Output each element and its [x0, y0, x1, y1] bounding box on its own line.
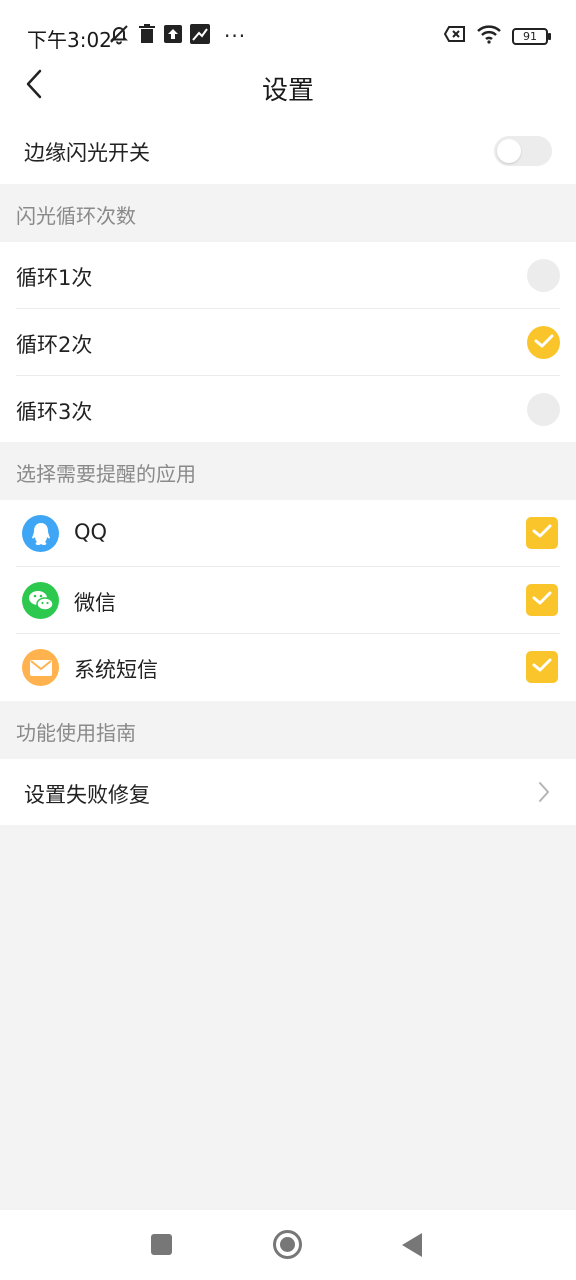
message-icon — [22, 649, 59, 686]
chevron-right-icon — [538, 781, 550, 807]
app-name: 微信 — [74, 591, 116, 615]
app-item-sms[interactable]: 系统短信 — [0, 634, 576, 701]
trash-icon — [138, 24, 156, 48]
checkmark-icon — [532, 590, 552, 610]
app-item-wechat[interactable]: 微信 — [0, 567, 576, 634]
qq-icon — [22, 515, 59, 552]
switch-knob — [497, 139, 521, 163]
loop-option-label: 循环1次 — [16, 266, 93, 290]
app-checkbox[interactable] — [526, 651, 558, 683]
home-icon[interactable] — [273, 1230, 302, 1259]
wechat-icon — [22, 582, 59, 619]
status-notification-icons: ··· — [108, 24, 254, 48]
wifi-icon — [476, 24, 502, 48]
more-dots-icon: ··· — [224, 24, 247, 48]
section-header-guide: 功能使用指南 — [0, 701, 576, 759]
upload-icon — [164, 25, 182, 47]
loop-option-3[interactable]: 循环3次 — [0, 376, 576, 443]
radio-button[interactable] — [527, 393, 560, 426]
system-nav-bar — [0, 1210, 576, 1280]
section-header-apps: 选择需要提醒的应用 — [0, 442, 576, 500]
app-header: 设置 — [0, 56, 576, 116]
repair-settings-label: 设置失败修复 — [24, 783, 150, 807]
edge-flash-label: 边缘闪光开关 — [24, 141, 150, 165]
loop-option-label: 循环2次 — [16, 333, 93, 357]
loop-option-label: 循环3次 — [16, 400, 93, 424]
edge-flash-switch[interactable] — [494, 136, 552, 166]
app-checkbox[interactable] — [526, 584, 558, 616]
loop-options-group: 循环1次 循环2次 循环3次 — [0, 242, 576, 443]
status-system-icons: 91 — [434, 24, 551, 48]
apps-group: QQ 微信 系统短信 — [0, 500, 576, 701]
back-icon[interactable] — [402, 1233, 422, 1257]
section-title: 功能使用指南 — [16, 721, 136, 745]
battery-icon: 91 — [512, 27, 551, 45]
no-sim-icon — [443, 26, 466, 46]
radio-button[interactable] — [527, 326, 560, 359]
section-title: 闪光循环次数 — [16, 204, 136, 228]
home-icon-inner — [280, 1237, 295, 1252]
app-checkbox[interactable] — [526, 517, 558, 549]
app-name: 系统短信 — [74, 658, 158, 682]
loop-option-2[interactable]: 循环2次 — [0, 309, 576, 376]
muted-bell-icon — [108, 23, 130, 49]
section-title: 选择需要提醒的应用 — [16, 462, 196, 486]
app-name: QQ — [74, 520, 108, 544]
checkmark-icon — [534, 333, 554, 353]
app-item-qq[interactable]: QQ — [0, 500, 576, 567]
checkmark-icon — [532, 523, 552, 543]
repair-settings-row[interactable]: 设置失败修复 — [0, 759, 576, 825]
status-time: 下午3:02 — [27, 28, 112, 52]
radio-button[interactable] — [527, 259, 560, 292]
checkmark-icon — [532, 657, 552, 677]
photo-icon — [190, 24, 210, 48]
loop-option-1[interactable]: 循环1次 — [0, 242, 576, 309]
recent-apps-icon[interactable] — [151, 1234, 172, 1255]
page-title: 设置 — [261, 76, 314, 106]
section-header-loop: 闪光循环次数 — [0, 184, 576, 242]
edge-flash-row: 边缘闪光开关 — [0, 116, 576, 184]
